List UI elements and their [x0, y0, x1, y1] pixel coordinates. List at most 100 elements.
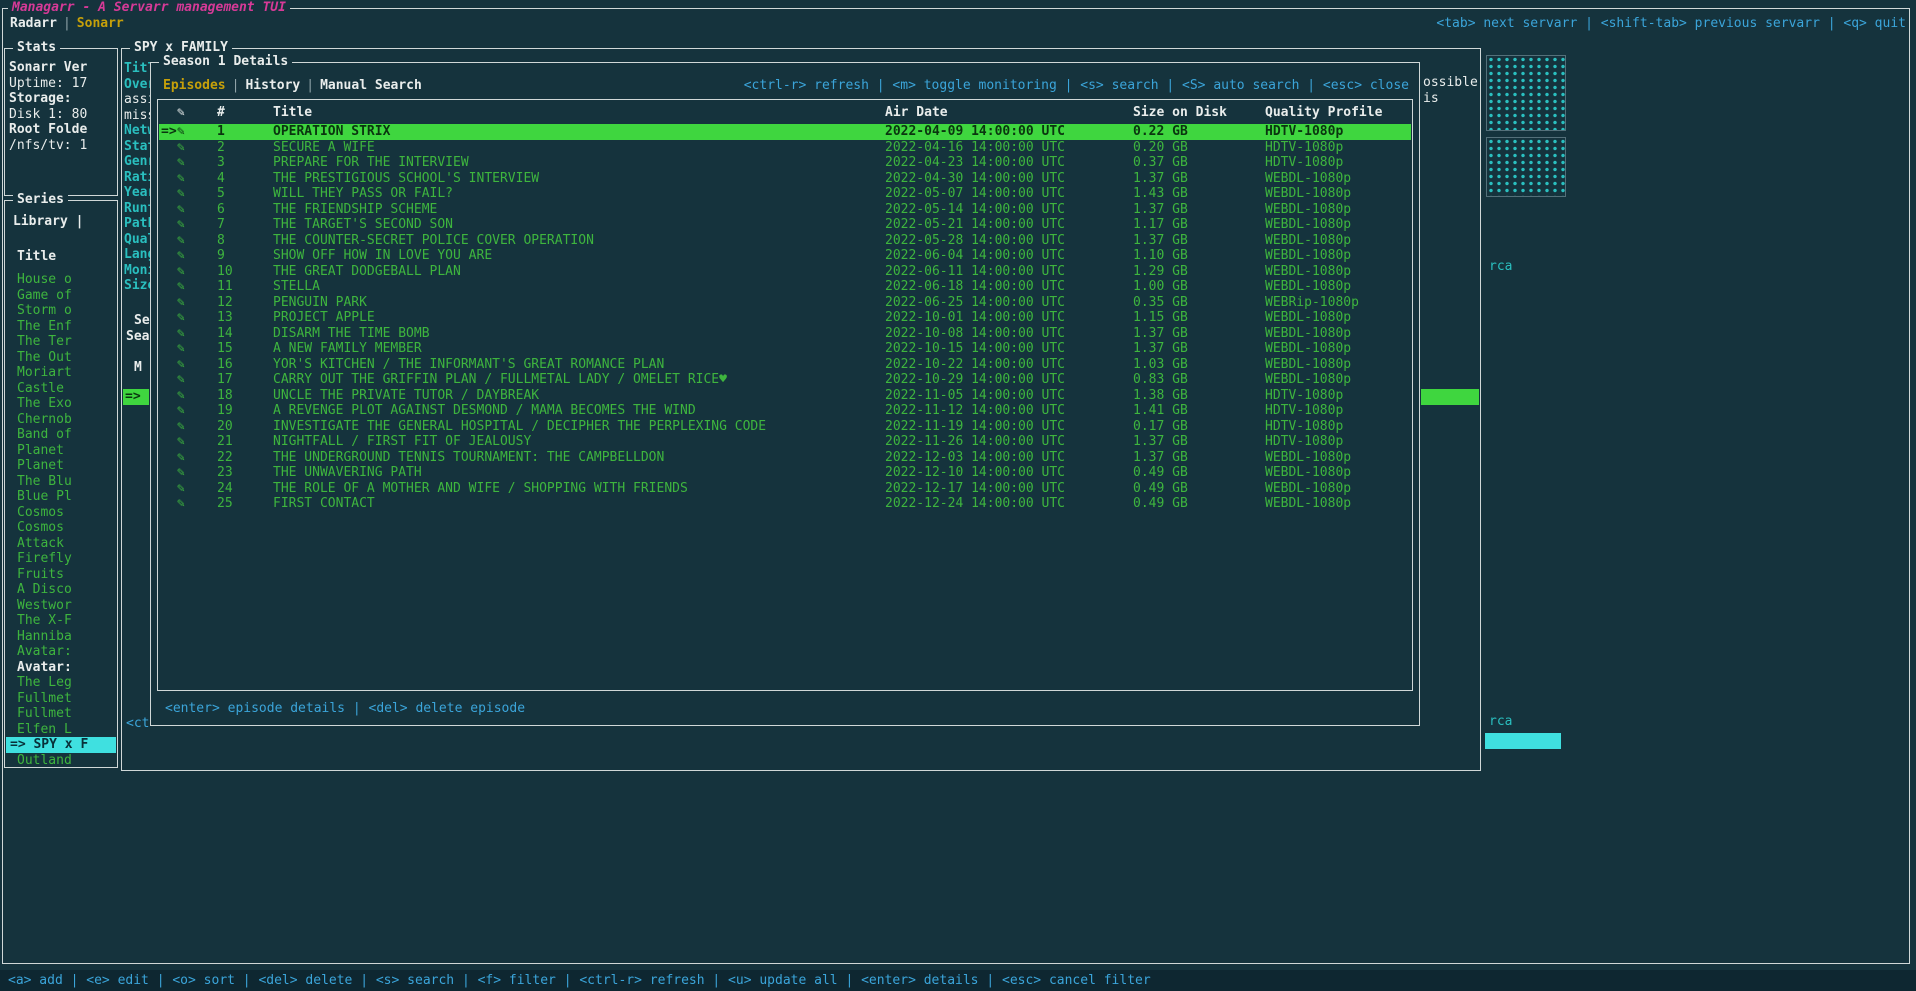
- episode-row[interactable]: ✎ 5 WILL THEY PASS OR FAIL? 2022-05-07 1…: [159, 186, 1411, 202]
- episode-title: THE GREAT DODGEBALL PLAN: [273, 264, 461, 280]
- library-tab[interactable]: Library |: [13, 214, 83, 229]
- episode-row[interactable]: ✎ 24 THE ROLE OF A MOTHER AND WIFE / SHO…: [159, 481, 1411, 497]
- series-list-item[interactable]: A Disco: [6, 582, 116, 598]
- episode-quality-profile: WEBDL-1080p: [1265, 465, 1351, 481]
- episode-row[interactable]: ✎ 6 THE FRIENDSHIP SCHEME 2022-05-14 14:…: [159, 202, 1411, 218]
- series-list-item[interactable]: Fullmet: [6, 691, 116, 707]
- series-title: Outland: [17, 753, 72, 768]
- series-list-item[interactable]: Avatar:: [6, 660, 116, 676]
- episode-row[interactable]: ✎ 9 SHOW OFF HOW IN LOVE YOU ARE 2022-06…: [159, 248, 1411, 264]
- episode-row[interactable]: ✎ 19 A REVENGE PLOT AGAINST DESMOND / MA…: [159, 403, 1411, 419]
- series-title: Storm o: [17, 303, 72, 318]
- episode-number: 25: [217, 496, 233, 512]
- series-list-item[interactable]: Elfen L: [6, 722, 116, 738]
- quality-column-header: Quality Profile: [1265, 105, 1382, 120]
- stats-panel: Stats Sonarr VerUptime: 17Storage:Disk 1…: [4, 48, 118, 196]
- series-list-item[interactable]: Moriart: [6, 365, 116, 381]
- series-list-item[interactable]: Avatar:: [6, 644, 116, 660]
- series-list-item[interactable]: The Blu: [6, 474, 116, 490]
- series-list-item[interactable]: Cosmos: [6, 520, 116, 536]
- series-list-item[interactable]: Fruits: [6, 567, 116, 583]
- series-list-item[interactable]: Outland: [6, 753, 116, 769]
- episode-row[interactable]: ✎ 3 PREPARE FOR THE INTERVIEW 2022-04-23…: [159, 155, 1411, 171]
- tab-radarr[interactable]: Radarr: [10, 16, 57, 31]
- series-list-item[interactable]: Storm o: [6, 303, 116, 319]
- series-list-item[interactable]: House o: [6, 272, 116, 288]
- tab-history[interactable]: History: [245, 78, 300, 93]
- tab-episodes[interactable]: Episodes: [163, 78, 226, 93]
- series-list-item[interactable]: Attack: [6, 536, 116, 552]
- series-list-item[interactable]: Castle: [6, 381, 116, 397]
- series-list-item[interactable]: Fullmet: [6, 706, 116, 722]
- monitored-header-fragment: M: [134, 360, 142, 376]
- episode-quality-profile: WEBDL-1080p: [1265, 496, 1351, 512]
- episode-row[interactable]: ✎ 4 THE PRESTIGIOUS SCHOOL'S INTERVIEW 2…: [159, 171, 1411, 187]
- episode-number: 11: [217, 279, 233, 295]
- episode-row[interactable]: => ✎ 1 OPERATION STRIX 2022-04-09 14:00:…: [159, 124, 1411, 140]
- episode-row[interactable]: ✎ 25 FIRST CONTACT 2022-12-24 14:00:00 U…: [159, 496, 1411, 512]
- episode-row[interactable]: ✎ 7 THE TARGET'S SECOND SON 2022-05-21 1…: [159, 217, 1411, 233]
- tab-sonarr[interactable]: Sonarr: [77, 16, 124, 31]
- episode-row[interactable]: ✎ 13 PROJECT APPLE 2022-10-01 14:00:00 U…: [159, 310, 1411, 326]
- episode-row[interactable]: ✎ 15 A NEW FAMILY MEMBER 2022-10-15 14:0…: [159, 341, 1411, 357]
- series-list-item[interactable]: Westwor: [6, 598, 116, 614]
- episode-row[interactable]: ✎ 23 THE UNWAVERING PATH 2022-12-10 14:0…: [159, 465, 1411, 481]
- episode-number: 24: [217, 481, 233, 497]
- episode-number: 4: [217, 171, 225, 187]
- episode-air-date: 2022-06-18 14:00:00 UTC: [885, 279, 1065, 295]
- series-title: Elfen L: [17, 722, 72, 737]
- series-list-item[interactable]: Hanniba: [6, 629, 116, 645]
- series-list-item[interactable]: Firefly: [6, 551, 116, 567]
- series-list-item[interactable]: The Ter: [6, 334, 116, 350]
- air-date-column-header: Air Date: [885, 105, 948, 120]
- series-title-column-header: Title: [17, 249, 56, 264]
- series-title: Westwor: [17, 598, 72, 613]
- episode-row[interactable]: ✎ 8 THE COUNTER-SECRET POLICE COVER OPER…: [159, 233, 1411, 249]
- episode-row[interactable]: ✎ 22 THE UNDERGROUND TENNIS TOURNAMENT: …: [159, 450, 1411, 466]
- episode-size: 0.49 GB: [1133, 465, 1188, 481]
- series-list-item[interactable]: Chernob: [6, 412, 116, 428]
- series-list-item[interactable]: The Leg: [6, 675, 116, 691]
- overview-text-fragment: ossible: [1423, 75, 1478, 91]
- episode-row[interactable]: ✎ 2 SECURE A WIFE 2022-04-16 14:00:00 UT…: [159, 140, 1411, 156]
- episode-number: 1: [217, 124, 225, 140]
- series-list-item[interactable]: => SPY x F: [6, 737, 116, 753]
- series-list-item[interactable]: Game of: [6, 288, 116, 304]
- series-list-item[interactable]: Planet: [6, 458, 116, 474]
- episode-row[interactable]: ✎ 14 DISARM THE TIME BOMB 2022-10-08 14:…: [159, 326, 1411, 342]
- episode-air-date: 2022-11-12 14:00:00 UTC: [885, 403, 1065, 419]
- episode-row[interactable]: ✎ 16 YOR'S KITCHEN / THE INFORMANT'S GRE…: [159, 357, 1411, 373]
- edit-pencil-icon: ✎: [177, 233, 185, 249]
- series-list-item[interactable]: The Enf: [6, 319, 116, 335]
- season-header-fragment: Sea: [126, 329, 149, 345]
- series-list-item[interactable]: Band of: [6, 427, 116, 443]
- series-list-item[interactable]: The X-F: [6, 613, 116, 629]
- series-title: Planet: [17, 443, 64, 458]
- series-title: The Exo: [17, 396, 72, 411]
- episode-quality-profile: HDTV-1080p: [1265, 155, 1343, 171]
- series-list-item[interactable]: The Out: [6, 350, 116, 366]
- network-text-fragment-2: rca: [1489, 714, 1512, 730]
- series-list-item[interactable]: The Exo: [6, 396, 116, 412]
- series-title: Moriart: [17, 365, 72, 380]
- series-list-item[interactable]: Cosmos: [6, 505, 116, 521]
- stat-line: Root Folde: [9, 122, 115, 138]
- episode-number: 3: [217, 155, 225, 171]
- series-list-item[interactable]: Blue Pl: [6, 489, 116, 505]
- episode-air-date: 2022-04-16 14:00:00 UTC: [885, 140, 1065, 156]
- episode-quality-profile: WEBDL-1080p: [1265, 186, 1351, 202]
- episode-size: 1.37 GB: [1133, 341, 1188, 357]
- episode-row[interactable]: ✎ 20 INVESTIGATE THE GENERAL HOSPITAL / …: [159, 419, 1411, 435]
- episode-row[interactable]: ✎ 10 THE GREAT DODGEBALL PLAN 2022-06-11…: [159, 264, 1411, 280]
- episode-title: CARRY OUT THE GRIFFIN PLAN / FULLMETAL L…: [273, 372, 727, 388]
- episode-row[interactable]: ✎ 17 CARRY OUT THE GRIFFIN PLAN / FULLME…: [159, 372, 1411, 388]
- episode-row[interactable]: ✎ 12 PENGUIN PARK 2022-06-25 14:00:00 UT…: [159, 295, 1411, 311]
- episode-row[interactable]: ✎ 18 UNCLE THE PRIVATE TUTOR / DAYBREAK …: [159, 388, 1411, 404]
- episode-row[interactable]: ✎ 11 STELLA 2022-06-18 14:00:00 UTC 1.00…: [159, 279, 1411, 295]
- series-list-item[interactable]: Planet: [6, 443, 116, 459]
- episodes-rows: => ✎ 1 OPERATION STRIX 2022-04-09 14:00:…: [159, 124, 1411, 512]
- episode-size: 1.37 GB: [1133, 171, 1188, 187]
- episode-row[interactable]: ✎ 21 NIGHTFALL / FIRST FIT OF JEALOUSY 2…: [159, 434, 1411, 450]
- series-title: Band of: [17, 427, 72, 442]
- tab-manual-search[interactable]: Manual Search: [320, 78, 422, 93]
